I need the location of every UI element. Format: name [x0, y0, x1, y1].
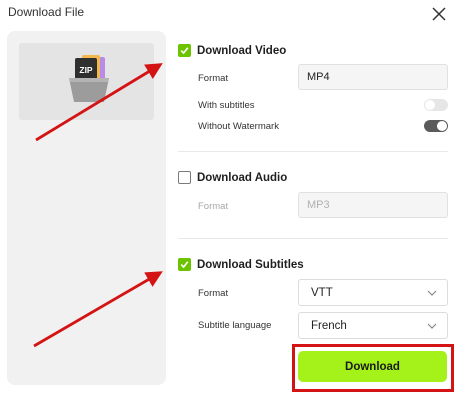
- chevron-down-icon: [427, 323, 437, 329]
- file-thumbnail: ZIP: [19, 43, 154, 120]
- subtitles-format-select[interactable]: VTT: [298, 279, 448, 306]
- without-watermark-label: Without Watermark: [198, 121, 279, 132]
- download-audio-checkbox[interactable]: [178, 171, 191, 184]
- download-subtitles-checkbox[interactable]: [178, 258, 191, 271]
- preview-panel: ZIP: [7, 31, 166, 385]
- zip-file-icon: ZIP: [69, 55, 109, 102]
- zip-badge: ZIP: [79, 65, 93, 75]
- audio-format-field[interactable]: MP3: [298, 192, 448, 218]
- subtitle-language-value: French: [311, 319, 347, 332]
- download-video-checkbox[interactable]: [178, 44, 191, 57]
- download-subtitles-toggle[interactable]: Download Subtitles: [178, 258, 304, 271]
- section-divider: [178, 151, 448, 152]
- with-subtitles-toggle[interactable]: [424, 99, 448, 111]
- checkmark-icon: [180, 261, 189, 269]
- subtitle-language-label: Subtitle language: [198, 320, 272, 331]
- download-audio-toggle[interactable]: Download Audio: [178, 171, 287, 184]
- download-video-toggle[interactable]: Download Video: [178, 44, 286, 57]
- audio-format-label: Format: [198, 201, 229, 212]
- download-subtitles-label: Download Subtitles: [197, 258, 304, 271]
- subtitles-format-value: VTT: [311, 286, 333, 299]
- video-format-label: Format: [198, 73, 229, 84]
- close-button[interactable]: [428, 3, 450, 25]
- toggle-knob: [437, 121, 447, 131]
- download-audio-label: Download Audio: [197, 171, 288, 184]
- subtitles-format-label: Format: [198, 288, 229, 299]
- video-format-field[interactable]: MP4: [298, 64, 448, 90]
- section-divider: [178, 238, 448, 239]
- download-button[interactable]: Download: [298, 351, 447, 382]
- download-video-label: Download Video: [197, 44, 287, 57]
- toggle-knob: [425, 100, 435, 110]
- dialog-title: Download File: [8, 5, 85, 19]
- subtitle-language-select[interactable]: French: [298, 312, 448, 339]
- checkmark-icon: [180, 47, 189, 55]
- without-watermark-toggle[interactable]: [424, 120, 448, 132]
- close-icon: [432, 7, 446, 21]
- chevron-down-icon: [427, 290, 437, 296]
- with-subtitles-label: With subtitles: [198, 100, 255, 111]
